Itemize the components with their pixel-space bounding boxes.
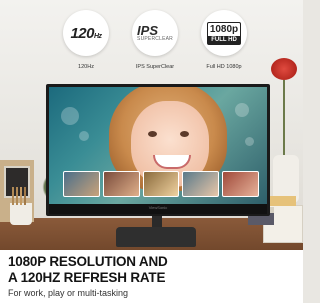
brush-cup bbox=[10, 187, 32, 225]
headline: 1080P RESOLUTION AND A 120HZ REFRESH RAT… bbox=[8, 254, 298, 286]
photo-thumbnail-strip bbox=[63, 171, 259, 197]
photo-thumbnail bbox=[63, 171, 100, 197]
monitor: ViewSonic bbox=[46, 84, 270, 216]
badge-refresh-rate: 120Hz 120Hz bbox=[55, 10, 117, 80]
refresh-rate-value: 120 bbox=[70, 24, 94, 42]
refresh-rate-icon: 120Hz bbox=[63, 10, 109, 56]
subheadline: For work, play or multi-tasking bbox=[8, 288, 129, 298]
bokeh-light bbox=[245, 137, 254, 146]
monitor-logo: ViewSonic bbox=[148, 205, 168, 210]
girl-eye-left bbox=[148, 131, 157, 137]
photo-thumbnail bbox=[102, 171, 140, 197]
fhd-value: 1080p bbox=[209, 23, 239, 35]
bokeh-light bbox=[61, 107, 79, 125]
badge-label-full-hd: Full HD 1080p bbox=[206, 64, 242, 70]
headline-line-1: 1080P RESOLUTION AND bbox=[8, 254, 168, 269]
full-hd-icon: 1080p FULL HD bbox=[201, 10, 247, 56]
rose-flower bbox=[271, 58, 297, 80]
photo-thumbnail bbox=[222, 171, 259, 197]
refresh-rate-unit: Hz bbox=[93, 32, 102, 40]
monitor-screen bbox=[49, 87, 267, 204]
badge-ips: IPS SUPERCLEAR IPS SuperClear bbox=[124, 10, 186, 80]
ips-sub: SUPERCLEAR bbox=[137, 36, 173, 42]
monitor-stand-base bbox=[116, 227, 196, 247]
bokeh-light bbox=[79, 131, 89, 141]
photo-thumbnail bbox=[142, 171, 180, 197]
feature-badges: 120Hz 120Hz IPS SUPERCLEAR IPS SuperClea… bbox=[55, 10, 255, 80]
ips-panel-icon: IPS SUPERCLEAR bbox=[132, 10, 178, 56]
headline-line-2: A 120HZ REFRESH RATE bbox=[8, 270, 166, 285]
badge-label-refresh-rate: 120Hz bbox=[78, 64, 94, 70]
girl-eye-right bbox=[180, 131, 189, 137]
rose-stem bbox=[283, 80, 285, 160]
badge-label-ips: IPS SuperClear bbox=[135, 64, 175, 70]
photo-thumbnail bbox=[182, 171, 220, 197]
bokeh-light bbox=[235, 103, 249, 117]
fhd-sub: FULL HD bbox=[208, 35, 240, 44]
photo-frame bbox=[4, 166, 30, 198]
badge-full-hd: 1080p FULL HD Full HD 1080p bbox=[193, 10, 255, 80]
